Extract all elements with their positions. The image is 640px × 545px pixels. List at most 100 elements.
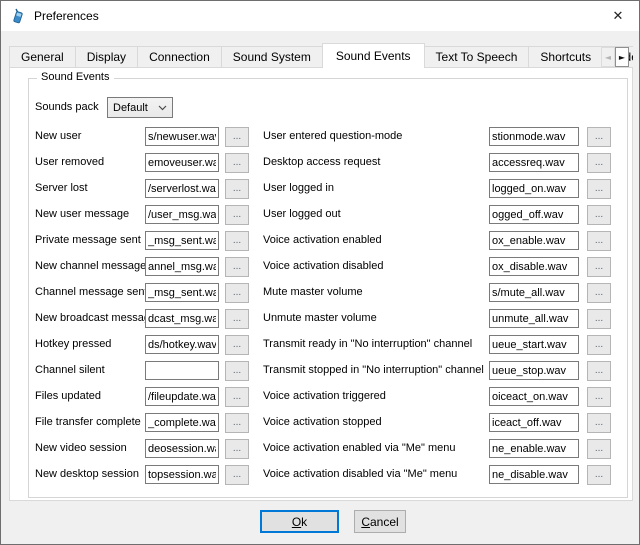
event-label: Mute master volume — [263, 286, 363, 298]
event-label: User logged in — [263, 182, 334, 194]
sound-file-input[interactable] — [489, 231, 579, 250]
browse-button[interactable]: ... — [225, 387, 249, 407]
tab-scroll-right-button[interactable]: ► — [615, 47, 629, 67]
browse-button[interactable]: ... — [587, 309, 611, 329]
sound-file-input[interactable] — [489, 361, 579, 380]
browse-button[interactable]: ... — [225, 127, 249, 147]
sound-file-input[interactable] — [489, 413, 579, 432]
event-label: New video session — [35, 442, 127, 454]
sound-file-input[interactable] — [145, 257, 219, 276]
sound-file-input[interactable] — [145, 361, 219, 380]
browse-button[interactable]: ... — [587, 179, 611, 199]
browse-button[interactable]: ... — [225, 153, 249, 173]
browse-button[interactable]: ... — [225, 413, 249, 433]
event-label: New user message — [35, 208, 129, 220]
sound-file-input[interactable] — [145, 153, 219, 172]
event-label: User entered question-mode — [263, 130, 402, 142]
browse-button[interactable]: ... — [587, 439, 611, 459]
tab-text-to-speech[interactable]: Text To Speech — [424, 46, 530, 67]
preferences-dialog: Preferences ✕ General Display Connection… — [0, 0, 640, 545]
browse-button[interactable]: ... — [225, 283, 249, 303]
sound-file-input[interactable] — [145, 439, 219, 458]
event-label: Desktop access request — [263, 156, 380, 168]
sound-event-row: Private message sent ... Voice activatio… — [29, 231, 627, 257]
browse-button[interactable]: ... — [225, 361, 249, 381]
sound-file-input[interactable] — [145, 465, 219, 484]
browse-button[interactable]: ... — [225, 439, 249, 459]
sound-file-input[interactable] — [489, 387, 579, 406]
ok-button[interactable]: Ok — [260, 510, 339, 533]
sound-file-input[interactable] — [145, 231, 219, 250]
tab-sound-system[interactable]: Sound System — [221, 46, 323, 67]
tab-label: Sound Events — [336, 49, 411, 63]
sound-file-input[interactable] — [489, 465, 579, 484]
sound-file-input[interactable] — [145, 179, 219, 198]
event-label: Channel message sent — [35, 286, 148, 298]
sound-file-input[interactable] — [145, 127, 219, 146]
browse-button[interactable]: ... — [225, 465, 249, 485]
browse-button[interactable]: ... — [225, 205, 249, 225]
sound-event-row: User removed ... Desktop access request … — [29, 153, 627, 179]
sound-file-input[interactable] — [489, 257, 579, 276]
sound-file-input[interactable] — [145, 205, 219, 224]
event-label: Voice activation disabled — [263, 260, 383, 272]
tab-shortcuts[interactable]: Shortcuts — [528, 46, 603, 67]
event-label: Channel silent — [35, 364, 105, 376]
browse-button[interactable]: ... — [587, 205, 611, 225]
sound-file-input[interactable] — [489, 335, 579, 354]
browse-button[interactable]: ... — [587, 361, 611, 381]
event-label: Voice activation triggered — [263, 390, 386, 402]
sound-file-input[interactable] — [489, 283, 579, 302]
sound-file-input[interactable] — [489, 439, 579, 458]
event-label: New broadcast message — [35, 312, 156, 324]
event-label: Voice activation enabled — [263, 234, 382, 246]
browse-button[interactable]: ... — [225, 335, 249, 355]
tab-scroll-left-button[interactable]: ◄ — [601, 47, 615, 67]
browse-button[interactable]: ... — [587, 127, 611, 147]
browse-button[interactable]: ... — [225, 179, 249, 199]
cancel-button[interactable]: Cancel — [354, 510, 406, 533]
close-button[interactable]: ✕ — [597, 1, 639, 31]
tab-connection[interactable]: Connection — [137, 46, 222, 67]
sound-file-input[interactable] — [489, 205, 579, 224]
sound-events-rows: New user ... User entered question-mode … — [29, 127, 627, 491]
browse-button[interactable]: ... — [587, 335, 611, 355]
sound-file-input[interactable] — [489, 153, 579, 172]
ok-button-label: Ok — [292, 515, 307, 529]
sound-events-group: Sound Events Sounds pack Default New use… — [28, 78, 628, 498]
event-label: Voice activation stopped — [263, 416, 382, 428]
sound-file-input[interactable] — [145, 335, 219, 354]
browse-button[interactable]: ... — [225, 309, 249, 329]
browse-button[interactable]: ... — [587, 257, 611, 277]
sound-file-input[interactable] — [145, 387, 219, 406]
browse-button[interactable]: ... — [225, 231, 249, 251]
event-label: Private message sent — [35, 234, 141, 246]
event-label: Voice activation enabled via "Me" menu — [263, 442, 455, 454]
browse-button[interactable]: ... — [587, 413, 611, 433]
app-icon — [10, 8, 26, 24]
sounds-pack-select[interactable]: Default — [107, 97, 173, 118]
tab-label: Text To Speech — [436, 50, 518, 64]
sound-file-input[interactable] — [145, 283, 219, 302]
sound-file-input[interactable] — [489, 179, 579, 198]
browse-button[interactable]: ... — [587, 153, 611, 173]
browse-button[interactable]: ... — [587, 387, 611, 407]
browse-button[interactable]: ... — [587, 465, 611, 485]
browse-button[interactable]: ... — [587, 231, 611, 251]
browse-button[interactable]: ... — [225, 257, 249, 277]
sound-event-row: Channel message sent ... Mute master vol… — [29, 283, 627, 309]
event-label: Server lost — [35, 182, 88, 194]
tab-label: General — [21, 50, 64, 64]
tab-general[interactable]: General — [9, 46, 76, 67]
browse-button[interactable]: ... — [587, 283, 611, 303]
sound-file-input[interactable] — [489, 309, 579, 328]
event-label: Transmit ready in "No interruption" chan… — [263, 338, 472, 350]
event-label: New user — [35, 130, 81, 142]
sound-file-input[interactable] — [145, 309, 219, 328]
sound-file-input[interactable] — [489, 127, 579, 146]
tab-sound-events[interactable]: Sound Events — [322, 43, 425, 68]
chevron-down-icon — [158, 105, 167, 111]
sounds-pack-value: Default — [113, 102, 148, 114]
sound-file-input[interactable] — [145, 413, 219, 432]
tab-display[interactable]: Display — [75, 46, 138, 67]
